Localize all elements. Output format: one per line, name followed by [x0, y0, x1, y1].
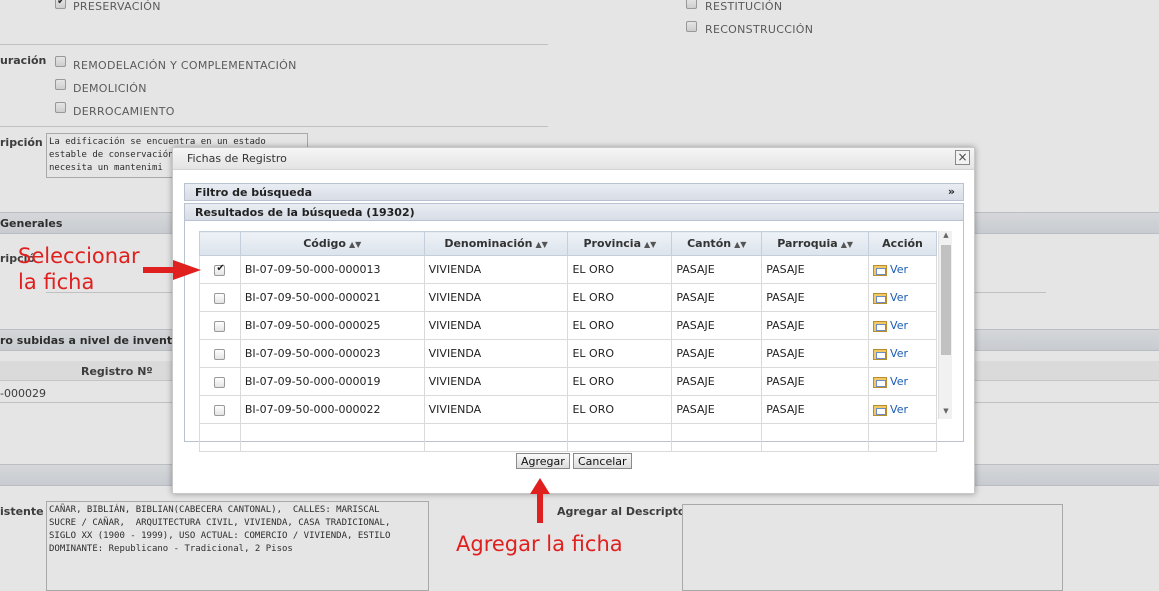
cell-canton: PASAJE	[671, 395, 763, 424]
sort-icon: ▲▼	[840, 240, 854, 249]
table-row[interactable]: BI-07-09-50-000-000013VIVIENDAEL OROPASA…	[199, 255, 937, 284]
row-checkbox[interactable]	[214, 320, 226, 332]
row-select-cell	[199, 339, 241, 368]
cell-codigo: BI-07-09-50-000-000023	[239, 339, 425, 368]
cell-parroquia: PASAJE	[761, 255, 870, 284]
results-panel-header: Resultados de la búsqueda (19302)	[184, 203, 964, 221]
cell-parroquia: PASAJE	[761, 283, 870, 312]
select-annotation: Seleccionar la ficha	[18, 243, 140, 295]
cell-accion: Ver	[868, 283, 937, 312]
cell-denominacion: VIVIENDA	[423, 367, 569, 396]
ver-link[interactable]: Ver	[890, 375, 908, 388]
sort-icon: ▲▼	[535, 240, 548, 249]
cell-provincia: EL ORO	[567, 339, 673, 368]
results-table: Código ▲▼ Denominación ▲▼ Provincia ▲▼ Cant…	[199, 231, 937, 452]
cell-parroquia: PASAJE	[761, 311, 870, 340]
cell-provincia: EL ORO	[567, 367, 673, 396]
view-record-icon[interactable]	[873, 292, 888, 304]
results-panel: Código ▲▼ Denominación ▲▼ Provincia ▲▼ Cant…	[184, 221, 964, 452]
sort-icon: ▲▼	[644, 240, 657, 249]
view-record-icon[interactable]	[873, 404, 888, 416]
add-annotation: Agregar la ficha	[456, 532, 623, 556]
select-annotation-line1: Seleccionar	[18, 244, 140, 268]
cell-provincia: EL ORO	[567, 311, 673, 340]
cell-parroquia: PASAJE	[761, 339, 870, 368]
scroll-up-icon[interactable]: ▲	[939, 231, 953, 243]
row-checkbox[interactable]	[214, 292, 226, 304]
view-record-icon[interactable]	[873, 320, 888, 332]
cell-accion: Ver	[868, 311, 937, 340]
cell-codigo: BI-07-09-50-000-000013	[239, 255, 425, 284]
table-row[interactable]: BI-07-09-50-000-000022 VIVIENDA EL ORO PASA…	[199, 395, 937, 424]
expand-chevron-icon[interactable]: »	[948, 185, 955, 198]
row-checkbox[interactable]	[214, 263, 226, 276]
vertical-scrollbar[interactable]: ▲ ▼	[938, 231, 952, 419]
scroll-down-icon[interactable]: ▼	[939, 407, 953, 419]
cell-provincia: EL ORO	[567, 255, 673, 284]
row-select-cell	[199, 311, 241, 340]
cell-accion: Ver	[868, 367, 937, 396]
up-arrow-icon	[530, 478, 550, 523]
column-provincia[interactable]: Provincia ▲▼	[567, 231, 673, 256]
filter-panel-header[interactable]: Filtro de búsqueda »	[184, 183, 964, 201]
table-row[interactable]: BI-07-09-50-000-000025 VIVIENDA EL ORO PASA…	[199, 311, 937, 340]
fichas-registro-dialog: Fichas de Registro × Filtro de búsqueda …	[172, 147, 975, 494]
row-select-cell	[199, 395, 241, 424]
row-select-cell	[199, 367, 241, 396]
cell-denominacion: VIVIENDA	[423, 395, 569, 424]
ver-link[interactable]: Ver	[890, 403, 908, 416]
table-row	[199, 423, 937, 452]
row-checkbox[interactable]	[214, 376, 226, 388]
column-parroquia[interactable]: Parroquia ▲▼	[761, 231, 870, 256]
sort-icon: ▲▼	[734, 240, 747, 249]
cell-canton: PASAJE	[671, 367, 763, 396]
close-icon[interactable]: ×	[955, 150, 970, 165]
view-record-icon[interactable]	[873, 348, 888, 360]
view-record-icon[interactable]	[873, 376, 888, 388]
cell-canton: PASAJE	[671, 283, 763, 312]
cell-canton: PASAJE	[671, 339, 763, 368]
cancelar-button[interactable]: Cancelar	[573, 453, 632, 469]
cell-canton: PASAJE	[671, 255, 763, 284]
cell-accion: Ver	[868, 255, 937, 284]
select-column-header	[199, 231, 241, 256]
cell-accion: Ver	[868, 339, 937, 368]
row-select-cell	[199, 255, 241, 284]
dialog-title: Fichas de Registro	[173, 148, 974, 170]
row-checkbox[interactable]	[214, 404, 226, 416]
cell-parroquia: PASAJE	[761, 367, 870, 396]
row-checkbox[interactable]	[214, 348, 226, 360]
cell-denominacion: VIVIENDA	[423, 255, 569, 284]
cell-parroquia: PASAJE	[761, 395, 870, 424]
cell-denominacion: VIVIENDA	[423, 283, 569, 312]
column-canton[interactable]: Cantón ▲▼	[671, 231, 763, 256]
column-accion: Acción	[868, 231, 937, 256]
ver-link[interactable]: Ver	[890, 347, 908, 360]
cell-codigo: BI-07-09-50-000-000019	[239, 367, 425, 396]
cell-provincia: EL ORO	[567, 395, 673, 424]
cell-denominacion: VIVIENDA	[423, 311, 569, 340]
cell-codigo: BI-07-09-50-000-000022	[239, 395, 425, 424]
agregar-button[interactable]: Agregar	[516, 453, 570, 469]
table-row[interactable]: BI-07-09-50-000-000021 VIVIENDA EL ORO PASA…	[199, 283, 937, 312]
cell-accion: Ver	[868, 395, 937, 424]
scroll-thumb[interactable]	[941, 245, 951, 355]
cell-provincia: EL ORO	[567, 283, 673, 312]
sort-icon: ▲▼	[348, 240, 362, 249]
cell-codigo: BI-07-09-50-000-000025	[239, 311, 425, 340]
view-record-icon[interactable]	[873, 264, 888, 276]
cell-denominacion: VIVIENDA	[423, 339, 569, 368]
column-codigo[interactable]: Código ▲▼	[239, 231, 425, 256]
column-denominacion[interactable]: Denominación ▲▼	[423, 231, 569, 256]
ver-link[interactable]: Ver	[890, 291, 908, 304]
cell-codigo: BI-07-09-50-000-000021	[239, 283, 425, 312]
table-row[interactable]: BI-07-09-50-000-000019 VIVIENDA EL ORO PASA…	[199, 367, 937, 396]
right-arrow-icon	[143, 260, 201, 280]
row-select-cell	[199, 283, 241, 312]
select-annotation-line2: la ficha	[18, 270, 95, 294]
table-row[interactable]: BI-07-09-50-000-000023 VIVIENDA EL ORO PASA…	[199, 339, 937, 368]
ver-link[interactable]: Ver	[890, 319, 908, 332]
ver-link[interactable]: Ver	[890, 263, 908, 276]
cell-canton: PASAJE	[671, 311, 763, 340]
